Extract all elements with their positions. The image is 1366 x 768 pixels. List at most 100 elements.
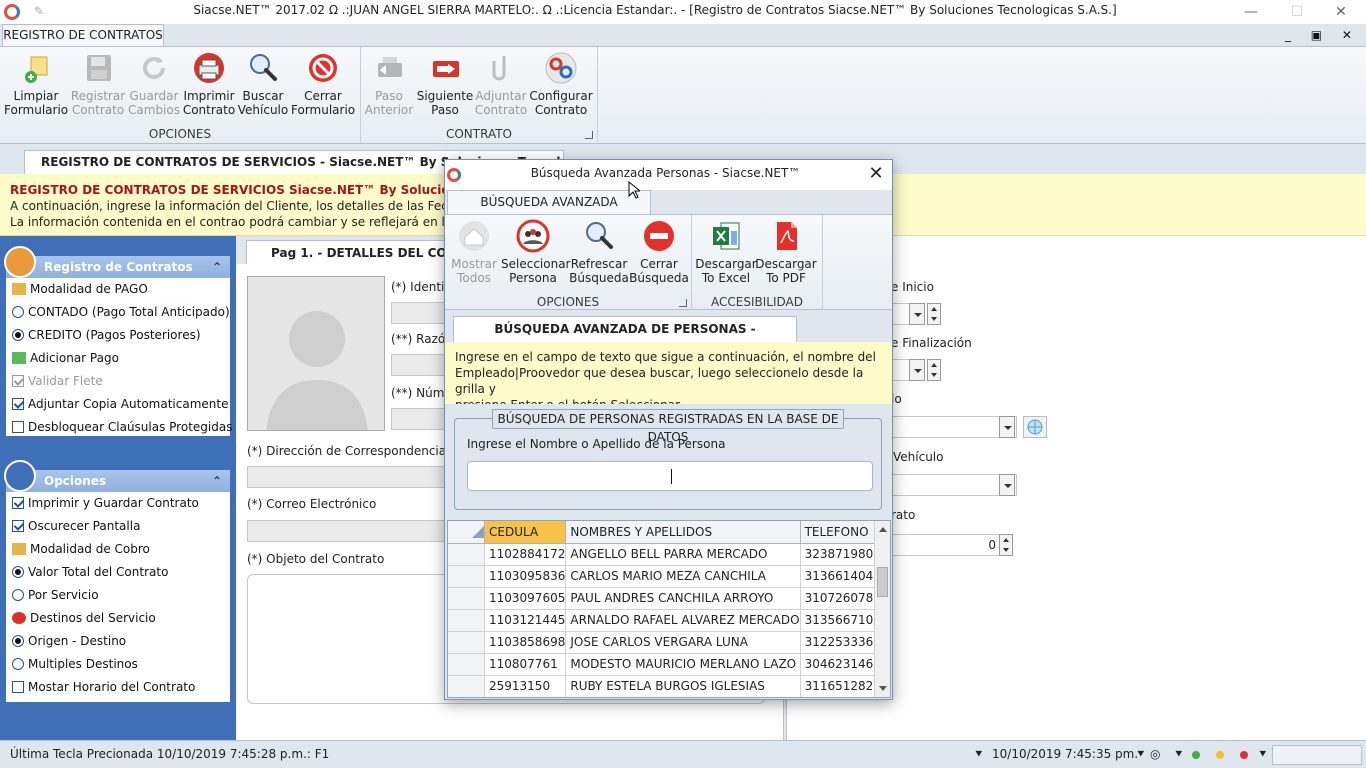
radio-valor-total[interactable]: Valor Total del Contrato <box>6 561 230 584</box>
collapse-icon[interactable]: ⌃ <box>212 256 222 278</box>
close-button[interactable]: ✕ <box>1326 2 1356 22</box>
razon-social-input[interactable] <box>391 354 451 376</box>
grid-corner[interactable] <box>448 521 485 544</box>
table-row[interactable]: 1103097605 PAUL ANDRES CANCHILA ARROYO 310… <box>448 587 882 610</box>
checkbox-validar-flete[interactable]: Validar Flete <box>6 370 230 393</box>
direccion-input[interactable] <box>247 466 447 488</box>
sidebar-item-destinos[interactable]: Destinos del Servicio <box>6 607 230 630</box>
checkbox-desbloquear[interactable]: Desbloquear Claúsulas Protegidas <box>6 416 232 439</box>
radio-multiples[interactable]: Multiples Destinos <box>6 653 230 676</box>
item-label: CREDITO (Pagos Posteriores) <box>28 328 201 342</box>
row-header[interactable] <box>448 565 485 588</box>
row-header[interactable] <box>448 631 485 654</box>
mostrar-todos-button[interactable]: Mostrar Todos <box>445 219 506 285</box>
adjuntar-contrato-button[interactable]: Adjuntar Contrato <box>469 51 533 117</box>
radio-por-servicio[interactable]: Por Servicio <box>6 584 230 607</box>
row-header[interactable] <box>448 587 485 610</box>
checkbox-oscurecer[interactable]: Oscurecer Pantalla <box>6 515 230 538</box>
row-header[interactable] <box>448 543 485 566</box>
panel-header[interactable]: Registro de Contratos ⌃ <box>4 246 230 278</box>
paperclip-icon <box>484 51 518 85</box>
checkbox-adjuntar-copia[interactable]: Adjuntar Copia Automaticamente <box>6 393 230 416</box>
tipo-dropdown[interactable] <box>999 416 1015 438</box>
fecha-fin-spinner[interactable] <box>927 359 941 381</box>
btn-label: Formulario <box>4 103 69 117</box>
radio-icon <box>12 566 24 578</box>
text-caret <box>671 469 672 484</box>
minimize-button[interactable]: — <box>1236 2 1266 22</box>
group-launcher-icon[interactable] <box>679 299 687 307</box>
maximize-button[interactable]: ☐ <box>1282 2 1312 22</box>
btn-label: Limpiar <box>13 89 59 103</box>
dropdown-arrow-icon[interactable]: ⯆ <box>1258 747 1268 762</box>
table-row[interactable]: 1102884172 ANGELLO BELL PARRA MERCADO 3238… <box>448 543 882 566</box>
sidebar-item-modalidad-pago[interactable]: Modalidad de PAGO <box>6 278 230 301</box>
btn-label: Todos <box>457 271 491 285</box>
valor-input[interactable]: 0 <box>887 534 1001 556</box>
dropdown-arrow-icon[interactable]: ⯆ <box>1136 747 1146 762</box>
cell-telefono: 3136614043 <box>800 565 882 588</box>
dialog-body: BÚSQUEDA DE PERSONAS REGISTRADAS EN LA B… <box>445 404 892 699</box>
limpiar-formulario-button[interactable]: Limpiar Formulario <box>4 51 68 117</box>
radio-origen-destino[interactable]: Origen - Destino <box>6 630 230 653</box>
row-header[interactable] <box>448 609 485 632</box>
identificacion-input[interactable] <box>391 302 451 324</box>
grid-scrollbar[interactable] <box>874 521 890 697</box>
configurar-contrato-button[interactable]: Configurar Contrato <box>529 51 593 117</box>
dropdown-arrow-icon[interactable]: ⯆ <box>1174 747 1184 762</box>
table-row[interactable]: 25913150 RUBY ESTELA BURGOS IGLESIAS 31165… <box>448 675 882 697</box>
table-row[interactable]: 1103095836 CARLOS MARIO MEZA CANCHILA 3136… <box>448 565 882 588</box>
scroll-up-icon[interactable] <box>879 527 887 532</box>
registrar-contrato-button[interactable]: Registrar Contrato <box>66 51 130 117</box>
column-header-telefono[interactable]: TELEFONO <box>800 521 882 544</box>
adicionar-pago-button[interactable]: Adicionar Pago <box>6 347 230 370</box>
radio-credito[interactable]: CREDITO (Pagos Posteriores) <box>6 324 230 347</box>
descargar-pdf-button[interactable]: Descargar To PDF <box>754 219 818 285</box>
group-launcher-icon[interactable] <box>585 131 593 139</box>
table-row[interactable]: 1103121445 ARNALDO RAFAEL ALVAREZ MERCADO… <box>448 609 882 632</box>
correo-input[interactable] <box>247 520 447 542</box>
item-label: CONTADO (Pago Total Anticipado) <box>28 305 230 319</box>
dialog-document-tab[interactable]: BÚSQUEDA AVANZADA DE PERSONAS - Siacse.N… <box>453 316 797 360</box>
scroll-thumb[interactable] <box>877 567 888 597</box>
buscar-vehiculo-button[interactable]: Buscar Vehículo <box>231 51 295 117</box>
dialog-close-button[interactable]: ✕ <box>866 164 886 184</box>
cell-nombre: ARNALDO RAFAEL ALVAREZ MERCADO <box>565 609 801 632</box>
globe-icon[interactable] <box>1023 416 1047 438</box>
collapse-icon[interactable]: ⌃ <box>212 470 222 492</box>
checkbox-imprimir-guardar[interactable]: Imprimir y Guardar Contrato <box>6 492 230 515</box>
seleccionar-persona-button[interactable]: Seleccionar Persona <box>501 219 570 285</box>
checkbox-horario[interactable]: Mostar Horario del Contrato <box>6 676 230 699</box>
panel-header[interactable]: Opciones ⌃ <box>4 460 230 492</box>
sidebar-item-modalidad-cobro[interactable]: Modalidad de Cobro <box>6 538 230 561</box>
search-input[interactable] <box>467 461 873 491</box>
fecha-inicio-spinner[interactable] <box>927 303 941 325</box>
fecha-inicio-dropdown[interactable] <box>909 303 925 325</box>
radio-contado[interactable]: CONTADO (Pago Total Anticipado) <box>6 301 230 324</box>
vehiculo-dropdown[interactable] <box>999 474 1015 496</box>
column-header-nombres[interactable]: NOMBRES Y APELLIDOS <box>565 521 801 544</box>
fecha-fin-dropdown[interactable] <box>909 359 925 381</box>
paso-anterior-button[interactable]: Paso Anterior <box>357 51 421 117</box>
row-header[interactable] <box>448 675 485 697</box>
row-header[interactable] <box>448 653 485 676</box>
descargar-excel-button[interactable]: Descargar To Excel <box>694 219 758 285</box>
search-group-title: BÚSQUEDA DE PERSONAS REGISTRADAS EN LA B… <box>492 409 844 444</box>
cerrar-busqueda-button[interactable]: Cerrar Búsqueda <box>627 219 691 285</box>
table-row[interactable]: 1103858698 JOSE CARLOS VERGARA LUNA 312253… <box>448 631 882 654</box>
column-header-cedula[interactable]: CEDULA <box>484 521 567 544</box>
mdi-window-controls[interactable]: _ ▣ ✕ <box>1285 28 1360 42</box>
dropdown-arrow-icon[interactable]: ⯆ <box>974 747 984 762</box>
valor-spinner[interactable] <box>999 534 1013 556</box>
fingerprint-icon[interactable]: ◎ <box>1150 747 1160 761</box>
tab-busqueda-avanzada[interactable]: BÚSQUEDA AVANZADA PERSONAS <box>447 190 651 231</box>
cerrar-formulario-button[interactable]: Cerrar Formulario <box>291 51 355 117</box>
refrescar-busqueda-button[interactable]: Refrescar Búsqueda <box>567 219 631 285</box>
tipo-select[interactable] <box>887 416 1017 438</box>
siguiente-paso-button[interactable]: Siguiente Paso <box>413 51 477 117</box>
numero-input[interactable] <box>391 408 451 430</box>
scroll-down-icon[interactable] <box>879 686 887 691</box>
vehiculo-select[interactable] <box>887 474 1017 496</box>
table-row[interactable]: 110807761 MODESTO MAURICIO MERLANO LAZO 30… <box>448 653 882 676</box>
tab-registro-contratos[interactable]: REGISTRO DE CONTRATOS <box>2 24 164 46</box>
